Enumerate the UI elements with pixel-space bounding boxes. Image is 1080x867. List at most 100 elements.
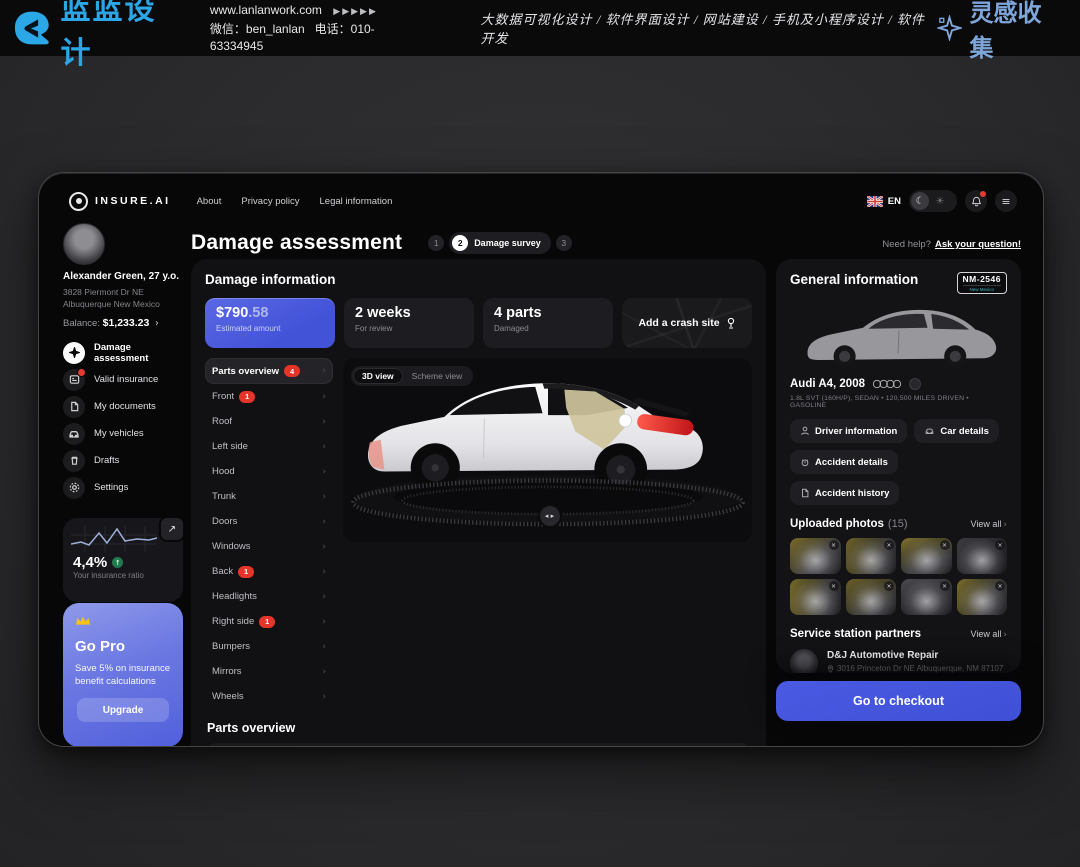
app-nav: About Privacy policy Legal information [197,196,393,207]
car-3d-viewer[interactable]: 3D view Scheme view [343,358,752,542]
parts-nav-hood[interactable]: Hood › [205,459,333,484]
parts-nav-windows[interactable]: Windows › [205,534,333,559]
uploaded-photo[interactable]: × [790,538,841,574]
car-title: Audi A4, 2008 [790,378,865,390]
part-card-front[interactable]: 4 Front 1 damage (scratches, dents) $280… [205,743,752,747]
sidebar-item-my-documents[interactable]: My documents [63,393,183,420]
viewer-columns: Parts overview 4 › Front 1 › Roof › Le [205,358,752,709]
uploaded-photo[interactable]: × [846,538,897,574]
chevron-right-icon: › [322,442,326,452]
uploaded-photo[interactable]: × [846,579,897,615]
remove-photo-icon[interactable]: × [940,540,950,550]
chevron-right-icon: › [322,617,326,627]
language-selector[interactable]: EN [867,196,901,207]
uploaded-photo[interactable]: × [901,579,952,615]
audi-rings-icon [871,379,903,389]
general-info-heading: General information [790,272,918,287]
remove-photo-icon[interactable]: × [995,540,1005,550]
chevron-right-icon: › [322,417,326,427]
avatar[interactable] [63,223,105,265]
parts-nav-trunk[interactable]: Trunk › [205,484,333,509]
parts-nav-doors[interactable]: Doors › [205,509,333,534]
uploaded-photo[interactable]: × [957,579,1008,615]
sidebar-item-damage-assessment[interactable]: Damage assessment [63,339,183,366]
notifications-button[interactable] [965,190,987,212]
nav-legal-information[interactable]: Legal information [320,196,393,207]
nav-about[interactable]: About [197,196,222,207]
remove-photo-icon[interactable]: × [884,540,894,550]
insurance-ratio-card[interactable]: ↗ 4,4% ↑ Your insurance ratio [63,518,183,602]
parts-nav-right-side[interactable]: Right side 1 › [205,609,333,634]
view-all-photos-link[interactable]: View all› [971,519,1007,530]
menu-button[interactable]: ≡ [995,190,1017,212]
damage-count-badge: 1 [259,616,275,628]
notification-dot [77,368,86,377]
nav-privacy-policy[interactable]: Privacy policy [241,196,299,207]
insureai-logo-icon [69,192,88,211]
car-title-row: Audi A4, 2008 [790,378,1007,390]
go-pro-title: Go Pro [75,638,171,655]
chevron-right-icon: › [322,467,326,477]
step-1[interactable]: 1 [428,235,444,251]
uploaded-photo[interactable]: × [790,579,841,615]
parts-nav-overview[interactable]: Parts overview 4 › [205,358,333,384]
remove-photo-icon[interactable]: × [884,581,894,591]
remove-photo-icon[interactable]: × [829,540,839,550]
sidebar-item-settings[interactable]: Settings [63,474,183,501]
info-badge[interactable] [909,378,921,390]
expand-button[interactable]: ↗ [159,516,185,542]
parts-nav: Parts overview 4 › Front 1 › Roof › Le [205,358,333,709]
uploaded-photo[interactable]: × [901,538,952,574]
remove-photo-icon[interactable]: × [940,581,950,591]
remove-photo-icon[interactable]: × [995,581,1005,591]
car-details-button[interactable]: Car details [914,419,999,443]
balance-value: $1,233.23 [103,317,150,329]
parts-nav-wheels[interactable]: Wheels › [205,684,333,709]
partner-logo [790,649,818,673]
banner-services: 大数据可视化设计 / 软件界面设计 / 网站建设 / 手机及小程序设计 / 软件… [480,9,936,47]
add-crash-site-button[interactable]: Add a crash site [622,298,752,348]
go-to-checkout-button[interactable]: Go to checkout [776,681,1021,721]
sun-icon[interactable]: ☀ [931,196,949,207]
sparkle-icon [63,342,85,364]
parts-nav-mirrors[interactable]: Mirrors › [205,659,333,684]
damage-info-heading: Damage information [205,272,752,287]
parts-nav-front[interactable]: Front 1 › [205,384,333,409]
remove-photo-icon[interactable]: × [829,581,839,591]
partner-dj-automotive[interactable]: D&J Automotive Repair 3016 Princeton Dr … [790,649,1007,673]
sidebar-item-drafts[interactable]: Drafts [63,447,183,474]
parts-nav-bumpers[interactable]: Bumpers › [205,634,333,659]
user-name: Alexander Green, 27 y.o. [63,271,179,282]
theme-toggle[interactable]: ☾ ☀ [909,190,957,212]
accident-history-button[interactable]: Accident history [790,481,899,505]
main-content: Damage assessment 1 2 Damage survey 3 Da… [191,229,766,747]
view-3d-tab[interactable]: 3D view [353,368,403,384]
balance[interactable]: Balance: $1,233.23 › [63,317,159,329]
chevron-right-icon: › [1003,520,1007,530]
moon-icon[interactable]: ☾ [911,192,929,210]
sidebar-item-my-vehicles[interactable]: My vehicles [63,420,183,447]
uploaded-photo[interactable]: × [957,538,1008,574]
chevron-right-icon: › [322,542,326,552]
step-3[interactable]: 3 [556,235,572,251]
chevron-right-icon: › [322,492,326,502]
header-controls: EN ☾ ☀ ≡ [867,190,1017,212]
view-all-partners-link[interactable]: View all› [971,629,1007,640]
parts-overview-heading: Parts overview [207,721,752,735]
chevron-right-icon: › [322,592,326,602]
parts-nav-roof[interactable]: Roof › [205,409,333,434]
rotate-handle[interactable]: ◂ ▸ [538,504,562,528]
banner-url: www.lanlanwork.com [210,3,322,17]
driver-information-button[interactable]: Driver information [790,419,907,443]
map-pin-icon [827,665,834,673]
accident-details-button[interactable]: Accident details [790,450,898,474]
upgrade-button[interactable]: Upgrade [77,698,169,722]
sidebar-item-valid-insurance[interactable]: Valid insurance [63,366,183,393]
parts-nav-left-side[interactable]: Left side › [205,434,333,459]
parts-nav-headlights[interactable]: Headlights › [205,584,333,609]
help-link[interactable]: Need help?Ask your question! [882,239,1021,250]
ratio-value: 4,4% [73,554,107,571]
view-scheme-tab[interactable]: Scheme view [403,368,472,384]
step-2-active[interactable]: 2 Damage survey [449,232,551,254]
parts-nav-back[interactable]: Back 1 › [205,559,333,584]
